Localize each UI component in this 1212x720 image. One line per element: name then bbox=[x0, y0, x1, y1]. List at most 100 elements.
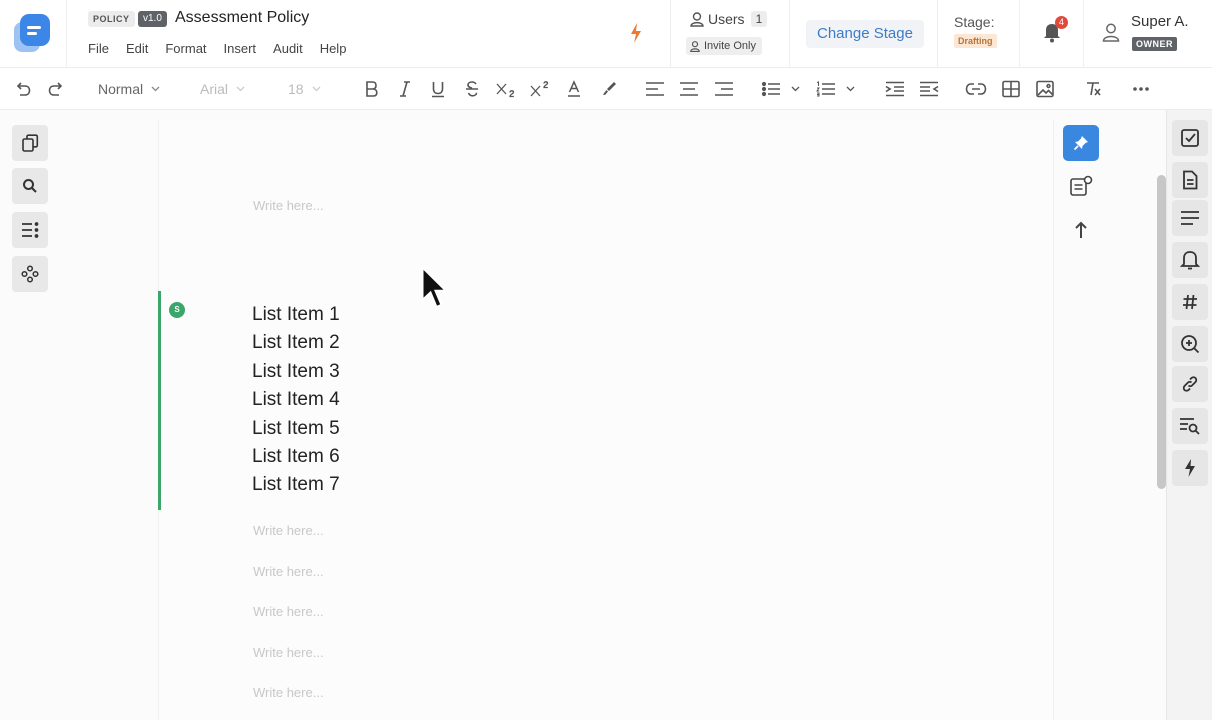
document-type-badge: POLICY bbox=[88, 11, 135, 27]
highlight-brush-icon[interactable] bbox=[598, 68, 618, 110]
stage-label: Stage: bbox=[954, 14, 995, 30]
bullet-list-dropdown[interactable] bbox=[760, 68, 802, 110]
chevron-down-icon bbox=[151, 86, 160, 92]
menu-audit[interactable]: Audit bbox=[273, 41, 303, 56]
align-left-icon[interactable] bbox=[644, 68, 666, 110]
users-count-badge: 1 bbox=[750, 11, 768, 27]
editor-canvas bbox=[0, 110, 1212, 720]
profile-icon[interactable] bbox=[1102, 23, 1120, 47]
header-divider bbox=[66, 0, 67, 68]
paragraph-style-select[interactable]: Normal bbox=[98, 80, 160, 98]
subscript-icon[interactable] bbox=[494, 68, 518, 110]
copy-pages-icon[interactable] bbox=[12, 125, 48, 161]
menu-edit[interactable]: Edit bbox=[126, 41, 148, 56]
bell-icon[interactable] bbox=[1172, 242, 1208, 278]
superscript-icon[interactable] bbox=[528, 68, 552, 110]
list-item[interactable]: List Item 1 bbox=[252, 304, 340, 326]
user-role-badge: OWNER bbox=[1132, 37, 1177, 51]
image-icon[interactable] bbox=[1034, 68, 1056, 110]
font-family-select[interactable]: Arial bbox=[200, 80, 245, 98]
strikethrough-icon[interactable] bbox=[462, 68, 482, 110]
undo-icon[interactable] bbox=[12, 68, 34, 110]
block-placeholder[interactable]: Write here... bbox=[253, 198, 324, 213]
formatting-toolbar: Normal Arial 18 bbox=[0, 68, 1212, 110]
block-placeholder[interactable]: Write here... bbox=[253, 685, 324, 700]
user-icon bbox=[690, 40, 700, 52]
user-icon bbox=[690, 11, 704, 27]
align-right-icon[interactable] bbox=[713, 68, 735, 110]
clear-formatting-icon[interactable] bbox=[1082, 68, 1104, 110]
mouse-cursor-icon bbox=[421, 265, 449, 317]
italic-icon[interactable] bbox=[395, 68, 415, 110]
header-divider bbox=[1019, 0, 1020, 68]
menu-bar: File Edit Format Insert Audit Help bbox=[88, 41, 363, 56]
stage-status-badge: Drafting bbox=[954, 34, 997, 48]
header-divider bbox=[1083, 0, 1084, 68]
selected-block-indicator bbox=[158, 291, 161, 510]
menu-insert[interactable]: Insert bbox=[224, 41, 257, 56]
lightning-icon[interactable] bbox=[627, 22, 645, 44]
notification-count-badge: 4 bbox=[1055, 16, 1068, 29]
comment-settings-icon[interactable] bbox=[1063, 168, 1099, 204]
header-divider bbox=[937, 0, 938, 68]
block-placeholder[interactable]: Write here... bbox=[253, 604, 324, 619]
components-icon[interactable] bbox=[12, 256, 48, 292]
list-item[interactable]: List Item 2 bbox=[252, 332, 340, 354]
link-chain-icon[interactable] bbox=[1172, 366, 1208, 402]
app: POLICY v1.0 Assessment Policy File Edit … bbox=[0, 0, 1212, 720]
bold-icon[interactable] bbox=[361, 68, 381, 110]
list-item[interactable]: List Item 4 bbox=[252, 389, 340, 411]
section-marker-badge[interactable]: S bbox=[169, 302, 185, 318]
vertical-scrollbar[interactable] bbox=[1157, 175, 1166, 489]
users-label: Users bbox=[708, 11, 745, 27]
link-icon[interactable] bbox=[964, 68, 988, 110]
app-logo[interactable] bbox=[14, 14, 50, 52]
chevron-down-icon bbox=[236, 86, 245, 92]
menu-help[interactable]: Help bbox=[320, 41, 347, 56]
menu-format[interactable]: Format bbox=[165, 41, 206, 56]
outdent-icon[interactable] bbox=[918, 68, 940, 110]
arrow-up-icon[interactable] bbox=[1063, 212, 1099, 248]
list-item[interactable]: List Item 6 bbox=[252, 446, 340, 468]
numbered-list-dropdown[interactable] bbox=[814, 68, 856, 110]
table-icon[interactable] bbox=[1000, 68, 1022, 110]
version-badge: v1.0 bbox=[138, 11, 167, 27]
checklist-icon[interactable] bbox=[1172, 120, 1208, 156]
list-item[interactable]: List Item 7 bbox=[252, 474, 340, 496]
redo-icon[interactable] bbox=[45, 68, 67, 110]
invite-only-button[interactable]: Invite Only bbox=[686, 37, 762, 55]
list-item[interactable]: List Item 3 bbox=[252, 361, 340, 383]
invite-only-label: Invite Only bbox=[704, 40, 756, 52]
pin-icon[interactable] bbox=[1063, 125, 1099, 161]
font-size-select[interactable]: 18 bbox=[288, 80, 321, 98]
chevron-down-icon bbox=[312, 86, 321, 92]
text-color-icon[interactable] bbox=[564, 68, 584, 110]
underline-icon[interactable] bbox=[428, 68, 448, 110]
block-placeholder[interactable]: Write here... bbox=[253, 645, 324, 660]
user-name[interactable]: Super A. bbox=[1131, 13, 1189, 30]
block-placeholder[interactable]: Write here... bbox=[253, 564, 324, 579]
document-icon[interactable] bbox=[1172, 162, 1208, 198]
header-divider bbox=[789, 0, 790, 68]
more-options-icon[interactable] bbox=[1130, 68, 1152, 110]
header-divider bbox=[670, 0, 671, 68]
document-title[interactable]: Assessment Policy bbox=[175, 9, 309, 27]
search-icon[interactable] bbox=[12, 168, 48, 204]
align-center-icon[interactable] bbox=[678, 68, 700, 110]
hashtag-icon[interactable] bbox=[1172, 284, 1208, 320]
users-button[interactable]: Users 1 bbox=[690, 11, 768, 27]
change-stage-button[interactable]: Change Stage bbox=[806, 20, 924, 48]
block-placeholder[interactable]: Write here... bbox=[253, 523, 324, 538]
menu-file[interactable]: File bbox=[88, 41, 109, 56]
indent-icon[interactable] bbox=[884, 68, 906, 110]
font-size-value: 18 bbox=[288, 81, 304, 97]
zoom-in-icon[interactable] bbox=[1172, 326, 1208, 362]
header: POLICY v1.0 Assessment Policy File Edit … bbox=[0, 0, 1212, 68]
outline-list-icon[interactable] bbox=[12, 212, 48, 248]
lightning-icon[interactable] bbox=[1172, 450, 1208, 486]
search-list-icon[interactable] bbox=[1172, 408, 1208, 444]
text-lines-icon[interactable] bbox=[1172, 200, 1208, 236]
paragraph-style-value: Normal bbox=[98, 81, 144, 97]
font-family-value: Arial bbox=[200, 81, 229, 97]
list-item[interactable]: List Item 5 bbox=[252, 418, 340, 440]
